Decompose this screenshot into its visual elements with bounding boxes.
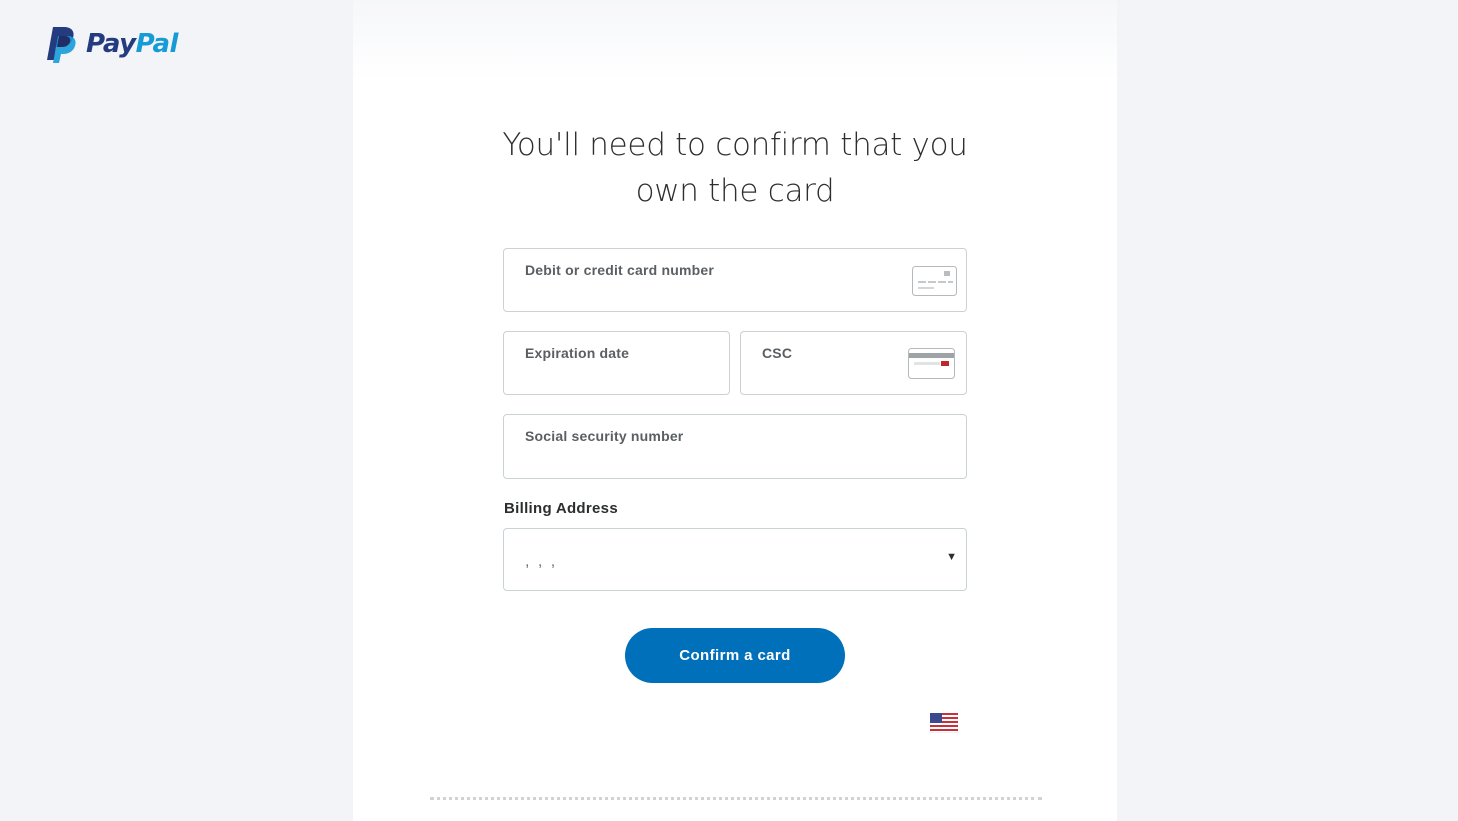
confirm-card-button[interactable]: Confirm a card <box>625 628 845 683</box>
credit-card-icon <box>912 266 957 296</box>
dropdown-arrow-icon: ▼ <box>946 551 957 563</box>
paypal-logo[interactable]: PayPal <box>44 25 178 63</box>
billing-address-select[interactable]: , , , ▼ <box>503 528 967 591</box>
billing-address-label: Billing Address <box>504 500 618 517</box>
page-title-line1: You'll need to confirm that you <box>502 127 968 163</box>
expiration-date-field[interactable]: Expiration date <box>503 331 730 395</box>
page-title-line2: own the card <box>635 173 835 209</box>
footer-divider <box>430 797 1042 800</box>
ssn-label: Social security number <box>525 428 684 444</box>
billing-address-value: , , , <box>525 553 558 570</box>
paypal-wordmark: PayPal <box>86 29 178 59</box>
us-flag-icon[interactable] <box>930 713 958 733</box>
main-panel: You'll need to confirm that you own the c… <box>353 0 1117 821</box>
ssn-field[interactable]: Social security number <box>503 414 967 479</box>
csc-label: CSC <box>762 345 793 361</box>
card-number-field[interactable]: Debit or credit card number <box>503 248 967 312</box>
card-number-label: Debit or credit card number <box>525 262 714 278</box>
page-title: You'll need to confirm that you own the c… <box>353 122 1117 214</box>
paypal-p-icon <box>47 27 76 63</box>
csc-field[interactable]: CSC <box>740 331 967 395</box>
expiration-date-label: Expiration date <box>525 345 630 361</box>
card-back-icon <box>908 348 955 379</box>
